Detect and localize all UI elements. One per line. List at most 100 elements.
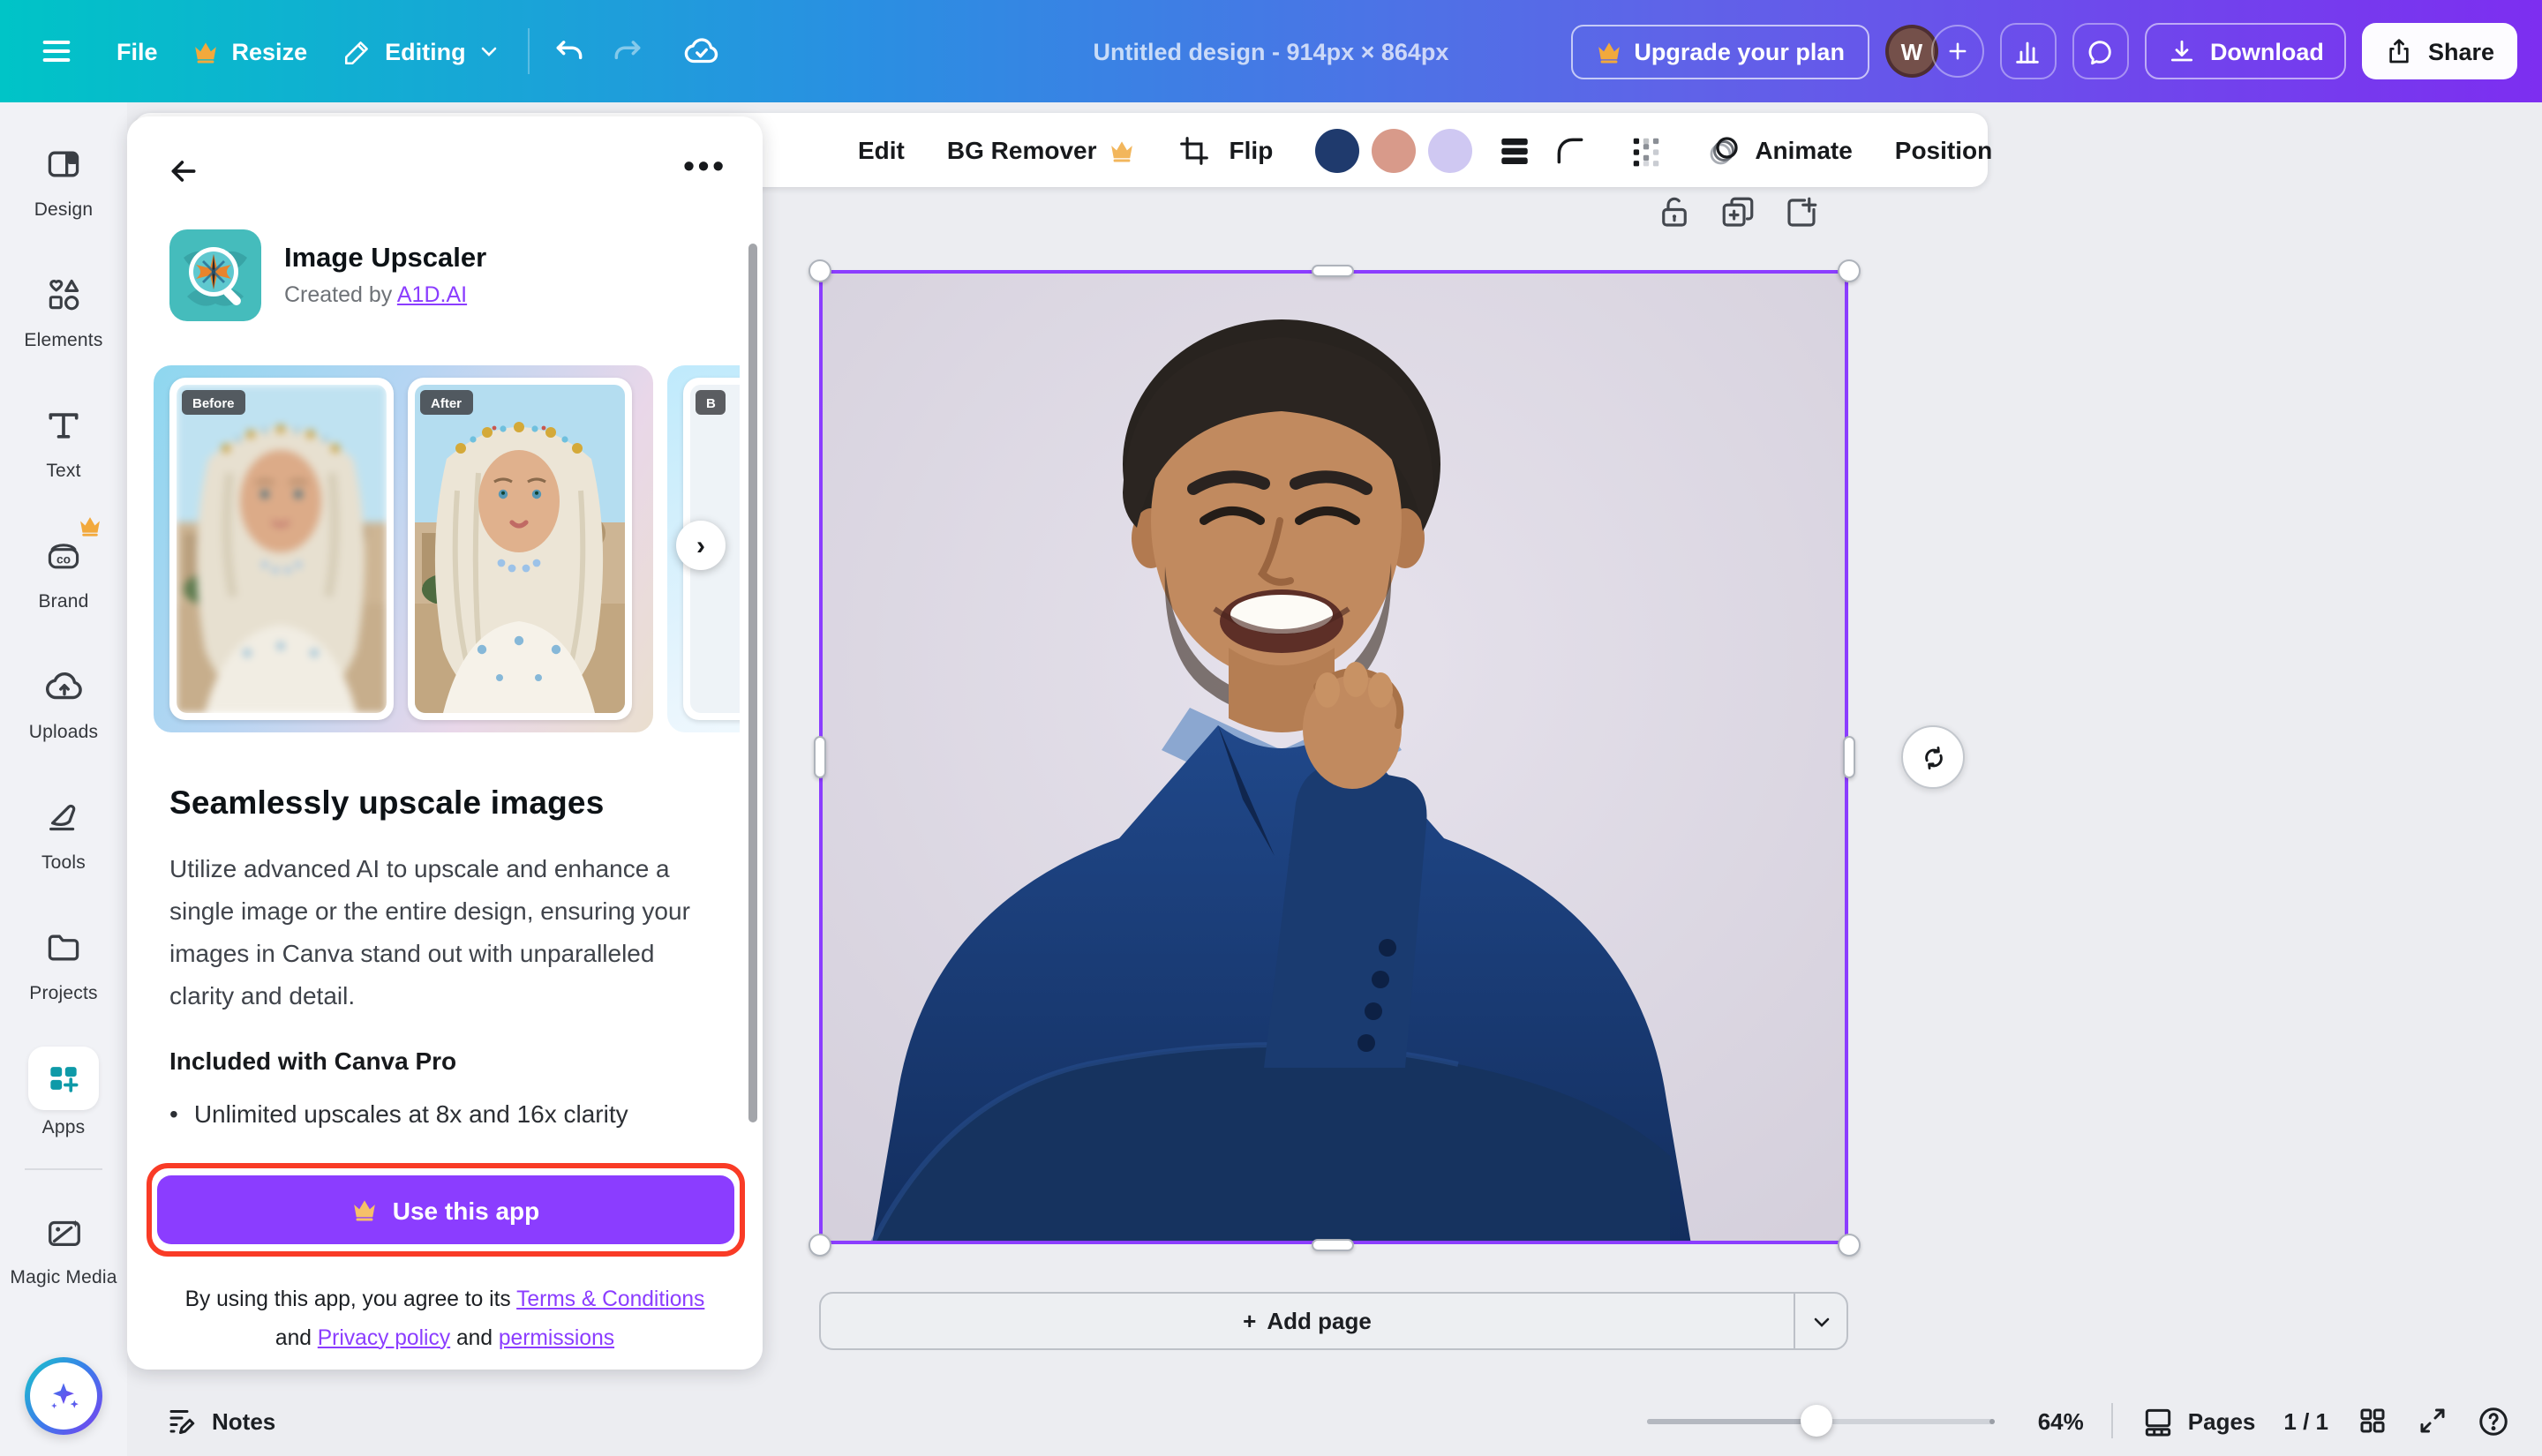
redo-icon bbox=[611, 34, 644, 68]
canva-assistant-button[interactable] bbox=[25, 1357, 102, 1435]
stroke-weight-button[interactable] bbox=[1497, 134, 1532, 166]
magic-media-icon bbox=[30, 1204, 97, 1260]
color-swatch-navy[interactable] bbox=[1315, 128, 1359, 172]
resize-handle-left[interactable] bbox=[813, 736, 825, 778]
before-badge: Before bbox=[182, 390, 245, 415]
before-card bbox=[169, 378, 394, 720]
terms-text: By using this app, you agree to its Term… bbox=[169, 1281, 720, 1357]
zoom-slider-thumb[interactable] bbox=[1801, 1405, 1833, 1437]
animate-button[interactable]: Animate bbox=[1705, 131, 1852, 169]
crop-icon bbox=[1178, 133, 1212, 167]
sidebar-item-magic-media[interactable]: Magic Media bbox=[5, 1188, 122, 1304]
grid-view-icon bbox=[2357, 1405, 2388, 1437]
permissions-link[interactable]: permissions bbox=[499, 1325, 614, 1349]
text-icon bbox=[30, 397, 97, 454]
main-menu-button[interactable] bbox=[25, 19, 88, 83]
rotate-icon bbox=[1918, 742, 1948, 772]
add-page-dropdown[interactable] bbox=[1794, 1294, 1846, 1348]
resize-button[interactable]: Resize bbox=[176, 24, 326, 79]
more-options-button[interactable]: ••• bbox=[683, 148, 727, 185]
next-badge: B bbox=[696, 390, 726, 415]
corner-rounding-button[interactable] bbox=[1553, 133, 1587, 167]
sidebar-divider bbox=[25, 1168, 102, 1170]
stroke-weight-icon bbox=[1497, 134, 1532, 166]
sync-reflow-button[interactable] bbox=[1901, 725, 1965, 789]
lock-button[interactable] bbox=[1656, 194, 1693, 240]
editing-mode-button[interactable]: Editing bbox=[325, 22, 517, 80]
bg-remover-button[interactable]: BG Remover bbox=[947, 136, 1136, 164]
undo-button[interactable] bbox=[540, 20, 598, 82]
lock-icon bbox=[1656, 194, 1693, 231]
grid-view-button[interactable] bbox=[2357, 1405, 2388, 1437]
resize-handle-top-right[interactable] bbox=[1837, 259, 1860, 281]
after-card bbox=[408, 378, 632, 720]
resize-handle-bottom-left[interactable] bbox=[808, 1233, 831, 1256]
resize-handle-bottom[interactable] bbox=[1312, 1238, 1354, 1250]
carousel-next-button[interactable]: › bbox=[676, 521, 726, 570]
resize-handle-top[interactable] bbox=[1312, 264, 1354, 276]
panel-scrollbar[interactable] bbox=[748, 244, 757, 1122]
hamburger-icon bbox=[39, 34, 74, 69]
duplicate-page-button[interactable] bbox=[1719, 194, 1756, 240]
crop-button[interactable] bbox=[1178, 133, 1212, 167]
privacy-link[interactable]: Privacy policy bbox=[318, 1325, 450, 1349]
insights-button[interactable] bbox=[2000, 23, 2057, 79]
color-swatch-salmon[interactable] bbox=[1372, 128, 1416, 172]
add-page-button[interactable]: + Add page bbox=[819, 1292, 1848, 1350]
file-label: File bbox=[117, 38, 158, 64]
selected-image[interactable] bbox=[819, 270, 1848, 1244]
pages-button[interactable]: Pages bbox=[2142, 1404, 2256, 1437]
sidebar-item-elements[interactable]: Elements bbox=[5, 251, 122, 367]
help-button[interactable] bbox=[2477, 1404, 2510, 1437]
sidebar-item-text[interactable]: Text bbox=[5, 381, 122, 498]
sidebar-item-apps[interactable]: Apps bbox=[5, 1034, 122, 1151]
portrait-photo bbox=[819, 270, 1848, 1244]
header-divider bbox=[528, 28, 530, 74]
notes-button[interactable]: Notes bbox=[166, 1405, 275, 1437]
back-button[interactable] bbox=[166, 154, 201, 198]
zoom-level[interactable]: 64% bbox=[2024, 1407, 2084, 1434]
sidebar-item-tools[interactable]: Tools bbox=[5, 773, 122, 889]
download-button[interactable]: Download bbox=[2145, 23, 2347, 79]
terms-link[interactable]: Terms & Conditions bbox=[516, 1287, 704, 1311]
fullscreen-button[interactable] bbox=[2417, 1405, 2448, 1437]
position-button[interactable]: Position bbox=[1895, 136, 1992, 164]
resize-handle-bottom-right[interactable] bbox=[1837, 1233, 1860, 1256]
tools-icon bbox=[30, 789, 97, 845]
plus-icon bbox=[1945, 39, 1970, 64]
crown-icon bbox=[1109, 139, 1136, 161]
redo-button[interactable] bbox=[598, 20, 657, 82]
zoom-slider[interactable] bbox=[1648, 1405, 1996, 1437]
design-title[interactable]: Untitled design - 914px × 864px bbox=[1094, 0, 1449, 102]
app-creator: Created by A1D.AI bbox=[284, 282, 486, 307]
add-page-icon-button[interactable] bbox=[1783, 194, 1820, 240]
resize-label: Resize bbox=[232, 38, 308, 64]
comments-button[interactable] bbox=[2072, 23, 2129, 79]
plus-icon: + bbox=[1243, 1308, 1256, 1334]
animate-icon bbox=[1705, 131, 1742, 169]
save-status-button[interactable] bbox=[671, 19, 733, 84]
edit-image-button[interactable]: Edit bbox=[858, 136, 905, 164]
resize-handle-top-left[interactable] bbox=[808, 259, 831, 281]
sidebar-item-brand[interactable]: co Brand bbox=[5, 512, 122, 628]
share-button[interactable]: Share bbox=[2363, 23, 2517, 79]
app-description: Utilize advanced AI to upscale and enhan… bbox=[169, 847, 703, 1017]
sidebar-item-projects[interactable]: Projects bbox=[5, 904, 122, 1020]
sidebar-item-uploads[interactable]: Uploads bbox=[5, 642, 122, 759]
elements-icon bbox=[30, 266, 97, 323]
notes-icon bbox=[166, 1405, 198, 1437]
add-member-button[interactable] bbox=[1931, 25, 1984, 78]
creator-link[interactable]: A1D.AI bbox=[397, 282, 467, 307]
use-this-app-button[interactable]: Use this app bbox=[157, 1175, 734, 1244]
file-menu-button[interactable]: File bbox=[99, 24, 176, 79]
sidebar-item-design[interactable]: Design bbox=[5, 120, 122, 236]
avatar[interactable]: W bbox=[1885, 25, 1938, 78]
upgrade-plan-button[interactable]: Upgrade your plan bbox=[1570, 24, 1869, 79]
preview-carousel[interactable]: Before bbox=[154, 365, 740, 732]
page-controls bbox=[1656, 194, 1820, 240]
resize-handle-right[interactable] bbox=[1842, 736, 1854, 778]
flip-button[interactable]: Flip bbox=[1230, 136, 1274, 164]
color-swatch-lavender[interactable] bbox=[1428, 128, 1472, 172]
transparency-button[interactable] bbox=[1629, 133, 1663, 167]
feature-bullet: • Unlimited upscales at 8x and 16x clari… bbox=[169, 1100, 699, 1128]
